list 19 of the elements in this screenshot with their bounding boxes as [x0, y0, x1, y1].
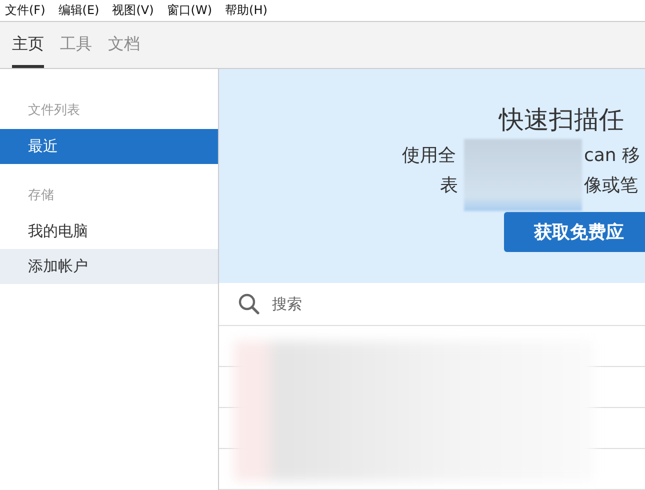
- banner-text: can 移: [584, 144, 640, 168]
- section-heading: 存储: [27, 187, 55, 205]
- search-icon: [238, 293, 260, 316]
- banner-text: 表: [440, 174, 458, 198]
- sidebar-item[interactable]: 我的电脑: [0, 214, 218, 249]
- get-app-button[interactable]: 获取免费应: [504, 212, 645, 252]
- menu-item[interactable]: 编辑(E): [58, 2, 100, 19]
- sidebar-item[interactable]: 添加帐户: [0, 249, 218, 284]
- tab[interactable]: 主页: [12, 22, 44, 68]
- sidebar-item[interactable]: 最近: [0, 129, 218, 164]
- menu-item[interactable]: 视图(V): [112, 2, 154, 19]
- banner-title: 快速扫描任: [499, 104, 625, 136]
- menu-item[interactable]: 帮助(H): [225, 2, 268, 19]
- banner-text: 使用全: [402, 144, 456, 168]
- banner-text: 像或笔: [584, 174, 638, 198]
- section-heading: 文件列表: [27, 102, 81, 120]
- search-field[interactable]: 搜索: [272, 289, 645, 320]
- menu-item[interactable]: 窗口(W): [166, 2, 212, 19]
- menu-item[interactable]: 文件(F): [5, 2, 46, 19]
